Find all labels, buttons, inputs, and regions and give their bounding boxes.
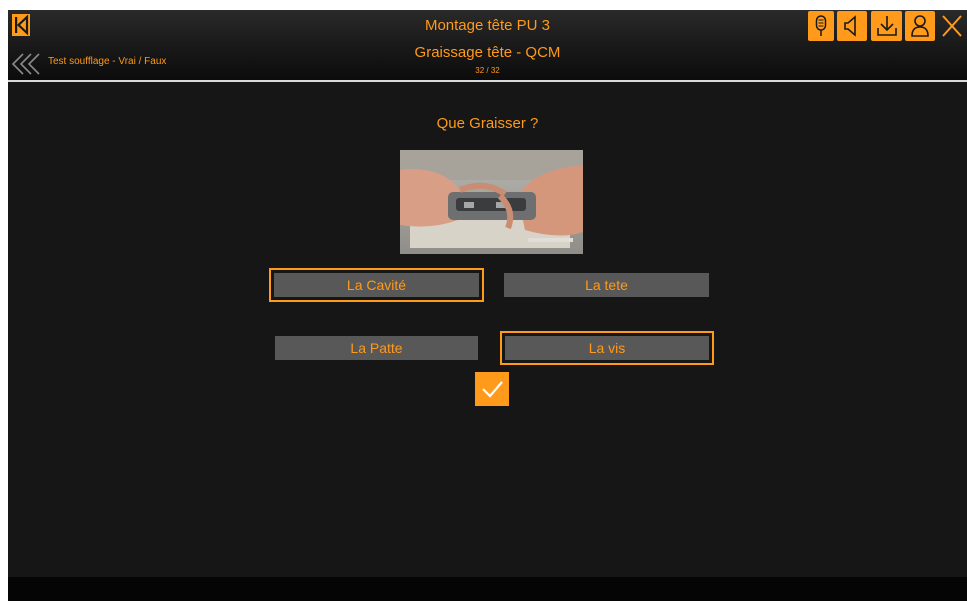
speaker-icon <box>844 15 856 37</box>
answer-option[interactable]: La Cavité <box>269 268 484 302</box>
answer-label: La tete <box>585 277 628 293</box>
download-icon <box>876 16 897 36</box>
app-screen: Test soufflage - Vrai / Faux Montage têt… <box>8 10 967 601</box>
answer-label: La Cavité <box>346 277 407 293</box>
question-photo <box>400 150 583 254</box>
answer-label: La vis <box>588 340 626 356</box>
top-bar: Test soufflage - Vrai / Faux Montage têt… <box>8 10 967 82</box>
question-area: Que Graisser ? La Cavité La tete La Patt… <box>8 82 967 577</box>
download-button[interactable] <box>871 11 902 41</box>
question-text: Que Graisser ? <box>436 115 539 132</box>
section-title: Graissage tête - QCM <box>414 44 561 61</box>
answer-option[interactable]: La Patte <box>275 336 478 360</box>
speaker-button[interactable] <box>837 11 867 41</box>
microphone-button[interactable] <box>808 11 834 41</box>
answer-label: La Patte <box>350 340 403 356</box>
answer-option[interactable]: La tete <box>504 273 709 297</box>
microphone-icon <box>815 15 827 36</box>
close-icon[interactable] <box>939 12 965 40</box>
bottom-bar <box>8 577 967 601</box>
validate-button[interactable] <box>475 372 509 406</box>
user-icon <box>911 15 929 37</box>
user-button[interactable] <box>905 11 935 41</box>
checkmark-icon <box>482 381 503 398</box>
page-counter: 32 / 32 <box>475 66 500 75</box>
answer-option[interactable]: La vis <box>500 331 714 365</box>
